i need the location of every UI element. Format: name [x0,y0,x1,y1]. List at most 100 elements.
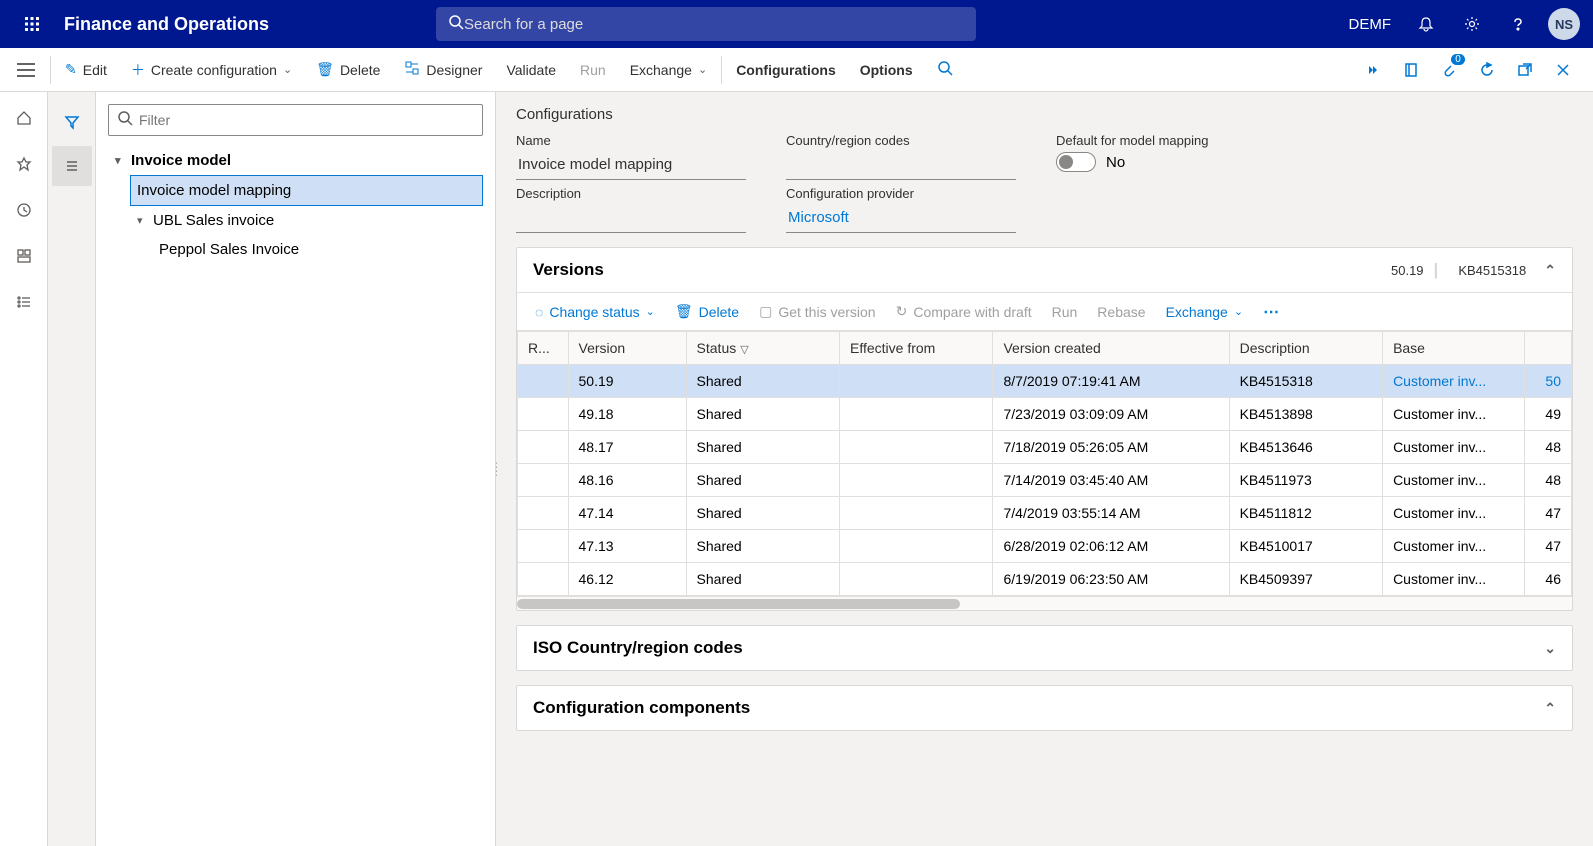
versions-summary-version: 50.19 [1391,263,1424,278]
help-icon[interactable] [1497,0,1539,48]
cell-revision [518,497,569,530]
tree-root[interactable]: ▾ Invoice model [108,146,483,175]
delete-version-button[interactable]: 🗑Delete [667,299,747,324]
versions-header[interactable]: Versions 50.19 | KB4515318 ⌃ [517,248,1572,292]
cell-version: 47.14 [568,497,686,530]
cell-version: 46.12 [568,563,686,596]
options-tab[interactable]: Options [848,48,925,92]
table-row[interactable]: 49.18Shared7/23/2019 03:09:09 AMKB451389… [518,398,1572,431]
components-header[interactable]: Configuration components ⌃ [517,686,1572,730]
notifications-icon[interactable] [1405,0,1447,48]
splitter-handle[interactable]: ⋮⋮ [496,465,502,473]
col-base[interactable]: Base [1383,332,1525,365]
top-header: Finance and Operations DEMF NS [0,0,1593,48]
tree-filter-input[interactable] [139,112,474,128]
table-row[interactable]: 50.19Shared8/7/2019 07:19:41 AMKB4515318… [518,365,1572,398]
name-value[interactable]: Invoice model mapping [516,152,746,180]
caret-down-icon: ▾ [137,214,153,227]
search-icon [448,14,464,35]
designer-button[interactable]: Designer [392,48,494,92]
cell-status: Shared [686,563,839,596]
attachments-icon[interactable]: 0 [1431,52,1467,88]
create-configuration-button[interactable]: ＋Create configuration⌄ [119,48,304,92]
cell-base: Customer inv... [1383,497,1525,530]
change-status-button[interactable]: ◌Change status⌄ [527,300,663,324]
iso-header[interactable]: ISO Country/region codes ⌄ [517,626,1572,670]
settings-icon[interactable] [1451,0,1493,48]
company-code[interactable]: DEMF [1339,16,1402,33]
col-effective[interactable]: Effective from [840,332,993,365]
filter-icon: ▽ [740,344,748,356]
global-search[interactable] [436,7,976,41]
nav-hamburger-icon[interactable] [4,63,48,77]
col-ext[interactable] [1524,332,1571,365]
col-revision[interactable]: R... [518,332,569,365]
tree-filter[interactable] [108,104,483,136]
iso-card: ISO Country/region codes ⌄ [516,625,1573,671]
table-row[interactable]: 48.16Shared7/14/2019 03:45:40 AMKB451197… [518,464,1572,497]
home-icon[interactable] [8,102,40,134]
workspaces-icon[interactable] [8,240,40,272]
edit-button[interactable]: ✎Edit [53,48,119,92]
table-row[interactable]: 48.17Shared7/18/2019 05:26:05 AMKB451364… [518,431,1572,464]
action-bar: ✎Edit ＋Create configuration⌄ 🗑Delete Des… [0,48,1593,92]
rebase-button: Rebase [1089,300,1153,324]
more-actions-icon[interactable]: ⋯ [1255,302,1289,322]
content-area: ⋮⋮ Configurations Name Invoice model map… [496,92,1593,846]
search-input[interactable] [464,16,964,33]
designer-icon [404,60,420,79]
filter-pane-icon[interactable] [52,102,92,142]
components-title: Configuration components [533,698,750,718]
horizontal-scrollbar[interactable] [517,596,1572,610]
search-action-button[interactable] [925,48,965,92]
table-row[interactable]: 46.12Shared6/19/2019 06:23:50 AMKB450939… [518,563,1572,596]
popout-icon[interactable] [1507,52,1543,88]
office-icon[interactable] [1393,52,1429,88]
tree-item-invoice-model-mapping[interactable]: Invoice model mapping [130,175,483,206]
waffle-icon[interactable] [8,16,56,32]
compare-label: Compare with draft [913,304,1031,320]
recent-icon[interactable] [8,194,40,226]
table-row[interactable]: 47.14Shared7/4/2019 03:55:14 AMKB4511812… [518,497,1572,530]
exchange-button[interactable]: Exchange⌄ [618,48,720,92]
cell-version: 48.17 [568,431,686,464]
designer-label: Designer [426,62,482,78]
chevron-down-icon: ⌄ [698,63,707,76]
run-version-label: Run [1052,304,1078,320]
favorites-icon[interactable] [8,148,40,180]
table-row[interactable]: 47.13Shared6/28/2019 02:06:12 AMKB451001… [518,530,1572,563]
validate-label: Validate [506,62,556,78]
related-icon[interactable] [1355,52,1391,88]
desc-value[interactable] [516,205,746,233]
user-avatar[interactable]: NS [1543,0,1585,48]
col-status-label: Status [697,340,737,356]
country-label: Country/region codes [786,133,1016,148]
change-status-label: Change status [549,304,639,320]
avatar-initials: NS [1548,8,1580,40]
close-icon[interactable] [1545,52,1581,88]
configurations-tab[interactable]: Configurations [724,48,848,92]
country-value[interactable] [786,152,1016,180]
list-view-icon[interactable] [52,146,92,186]
col-description[interactable]: Description [1229,332,1382,365]
tree-item-peppol-sales-invoice[interactable]: Peppol Sales Invoice [152,235,483,264]
tree-item-label: UBL Sales invoice [153,212,274,229]
col-version[interactable]: Version [568,332,686,365]
chevron-down-icon: ⌄ [646,305,655,318]
modules-icon[interactable] [8,286,40,318]
default-label: Default for model mapping [1056,133,1286,148]
tree-item-ubl-sales-invoice[interactable]: ▾ UBL Sales invoice [130,206,483,235]
col-created[interactable]: Version created [993,332,1229,365]
trash-icon: 🗑 [675,303,693,320]
cell-effective [840,563,993,596]
refresh-icon[interactable] [1469,52,1505,88]
delete-button[interactable]: 🗑Delete [304,48,392,92]
validate-button[interactable]: Validate [494,48,568,92]
provider-value[interactable]: Microsoft [786,205,1016,233]
versions-table: R... Version Status▽ Effective from Vers… [517,331,1572,596]
col-status[interactable]: Status▽ [686,332,839,365]
exchange-version-button[interactable]: Exchange⌄ [1158,300,1252,324]
cell-base: Customer inv... [1383,365,1525,398]
toggle-switch[interactable] [1056,152,1096,172]
cell-revision [518,398,569,431]
